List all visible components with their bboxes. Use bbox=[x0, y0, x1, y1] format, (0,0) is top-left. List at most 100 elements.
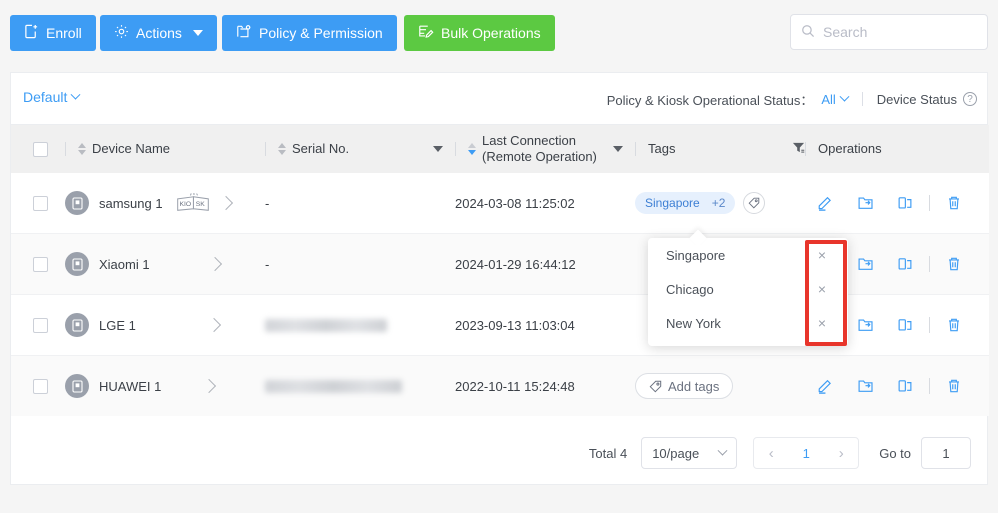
remove-tag-icon[interactable]: × bbox=[818, 316, 826, 330]
page-number-1[interactable]: 1 bbox=[788, 446, 824, 461]
edit-device-button[interactable] bbox=[805, 378, 845, 394]
move-device-button[interactable] bbox=[845, 195, 885, 211]
remove-tag-icon[interactable]: × bbox=[818, 282, 826, 296]
delete-device-button[interactable] bbox=[934, 195, 974, 211]
last-connection-filter-caret-icon[interactable] bbox=[613, 146, 623, 152]
move-device-button[interactable] bbox=[845, 317, 885, 333]
row-checkbox[interactable] bbox=[33, 195, 48, 211]
sort-serial-no[interactable] bbox=[278, 143, 286, 155]
th-device-name: Device Name bbox=[65, 125, 265, 173]
remove-tag-icon[interactable]: × bbox=[818, 248, 826, 262]
tag-chip-label: Singapore bbox=[645, 196, 700, 210]
clone-device-button[interactable] bbox=[885, 195, 925, 211]
edit-device-button[interactable] bbox=[805, 195, 845, 211]
edit-tags-button[interactable] bbox=[743, 192, 766, 214]
chevron-down-icon bbox=[717, 445, 728, 456]
tag-icon bbox=[649, 380, 662, 392]
search-input[interactable]: Search bbox=[790, 14, 988, 50]
goto-page-input[interactable]: 1 bbox=[921, 437, 971, 469]
th-device-name-label: Device Name bbox=[92, 141, 171, 156]
last-connection-value: 2024-03-08 11:25:02 bbox=[455, 195, 575, 211]
table-row: samsung 1 KIO SK - 2024-03-08 11:25:02 S… bbox=[11, 173, 989, 234]
expand-device-chevron-icon[interactable] bbox=[206, 317, 221, 333]
prev-page-button[interactable]: ‹ bbox=[754, 445, 788, 462]
delete-device-button[interactable] bbox=[934, 378, 974, 394]
operational-status-select[interactable]: All bbox=[821, 91, 850, 107]
last-connection-value: 2024-01-29 16:44:12 bbox=[455, 256, 576, 272]
cell-device-name: Xiaomi 1 bbox=[65, 233, 265, 295]
goto-page-value: 1 bbox=[942, 445, 950, 461]
device-name-label: HUAWEI 1 bbox=[99, 378, 162, 394]
bulk-operations-label: Bulk Operations bbox=[441, 25, 541, 41]
next-page-button[interactable]: › bbox=[824, 445, 858, 462]
cell-checkbox bbox=[11, 355, 65, 416]
divider bbox=[805, 142, 806, 156]
clone-device-button[interactable] bbox=[885, 378, 925, 394]
serial-no-value: - bbox=[265, 195, 270, 211]
divider bbox=[929, 317, 930, 333]
divider bbox=[455, 142, 456, 156]
clone-device-button[interactable] bbox=[885, 317, 925, 333]
help-icon[interactable]: ? bbox=[963, 92, 977, 106]
move-device-button[interactable] bbox=[845, 378, 885, 394]
chevron-down-icon bbox=[192, 30, 203, 36]
add-tags-button[interactable]: Add tags bbox=[635, 373, 734, 399]
tags-filter-icon[interactable] bbox=[792, 141, 805, 157]
cell-checkbox bbox=[11, 294, 65, 356]
policy-permission-button[interactable]: Policy & Permission bbox=[222, 15, 397, 51]
row-checkbox[interactable] bbox=[33, 256, 48, 272]
select-all-checkbox[interactable] bbox=[33, 141, 48, 157]
tag-chip-more-count: +2 bbox=[711, 196, 726, 210]
tag-list-item-label: New York bbox=[666, 315, 721, 331]
divider bbox=[929, 378, 930, 394]
row-checkbox[interactable] bbox=[33, 317, 48, 333]
search-placeholder: Search bbox=[823, 24, 868, 40]
total-count-label: Total 4 bbox=[588, 445, 628, 461]
saved-view-selector[interactable]: Default bbox=[23, 89, 81, 105]
expand-device-chevron-icon[interactable] bbox=[218, 195, 233, 211]
svg-text:SK: SK bbox=[195, 201, 205, 208]
sort-last-connection[interactable] bbox=[468, 143, 476, 155]
search-icon bbox=[801, 24, 815, 41]
saved-view-label: Default bbox=[23, 89, 68, 105]
serial-no-redacted bbox=[265, 379, 402, 393]
delete-device-button[interactable] bbox=[934, 256, 974, 272]
clone-device-button[interactable] bbox=[885, 256, 925, 272]
gear-icon bbox=[114, 24, 129, 42]
move-device-button[interactable] bbox=[845, 256, 885, 272]
cell-serial-no bbox=[265, 355, 455, 416]
tag-chip[interactable]: Singapore +2 bbox=[635, 192, 736, 214]
actions-button[interactable]: Actions bbox=[100, 15, 217, 51]
divider bbox=[65, 142, 66, 156]
th-tags-label: Tags bbox=[648, 141, 676, 156]
tag-list-item-label: Singapore bbox=[666, 247, 726, 263]
cell-device-name: samsung 1 KIO SK bbox=[65, 173, 265, 234]
enroll-button[interactable]: Enroll bbox=[10, 15, 96, 51]
th-serial-no-label: Serial No. bbox=[292, 141, 350, 156]
device-list-page: Enroll Actions Policy & Permission Bulk … bbox=[0, 0, 998, 513]
th-tags: Tags bbox=[635, 125, 805, 173]
policy-permission-label: Policy & Permission bbox=[259, 25, 383, 41]
expand-device-chevron-icon[interactable] bbox=[207, 256, 222, 272]
cell-serial-no: - bbox=[265, 233, 455, 295]
row-checkbox[interactable] bbox=[33, 378, 48, 394]
policy-icon bbox=[236, 24, 252, 42]
serial-no-filter-caret-icon[interactable] bbox=[433, 146, 443, 152]
device-icon bbox=[65, 191, 89, 215]
cell-device-name: HUAWEI 1 bbox=[65, 355, 265, 416]
page-size-select[interactable]: 10/page bbox=[641, 437, 738, 469]
sort-device-name[interactable] bbox=[78, 143, 86, 155]
th-select-all bbox=[11, 125, 65, 173]
serial-no-redacted bbox=[265, 318, 387, 332]
actions-label: Actions bbox=[136, 25, 182, 41]
bulk-operations-button[interactable]: Bulk Operations bbox=[404, 15, 555, 51]
last-connection-value: 2023-09-13 11:03:04 bbox=[455, 317, 575, 333]
cell-last-connection: 2022-10-11 15:24:48 bbox=[455, 355, 635, 416]
device-icon bbox=[65, 313, 89, 337]
tag-list-item[interactable]: Chicago × bbox=[648, 272, 848, 306]
tag-list-item[interactable]: Singapore × bbox=[648, 238, 848, 272]
expand-device-chevron-icon[interactable] bbox=[202, 378, 217, 394]
tag-list-item[interactable]: New York × bbox=[648, 306, 848, 340]
delete-device-button[interactable] bbox=[934, 317, 974, 333]
serial-no-value: - bbox=[265, 256, 270, 272]
